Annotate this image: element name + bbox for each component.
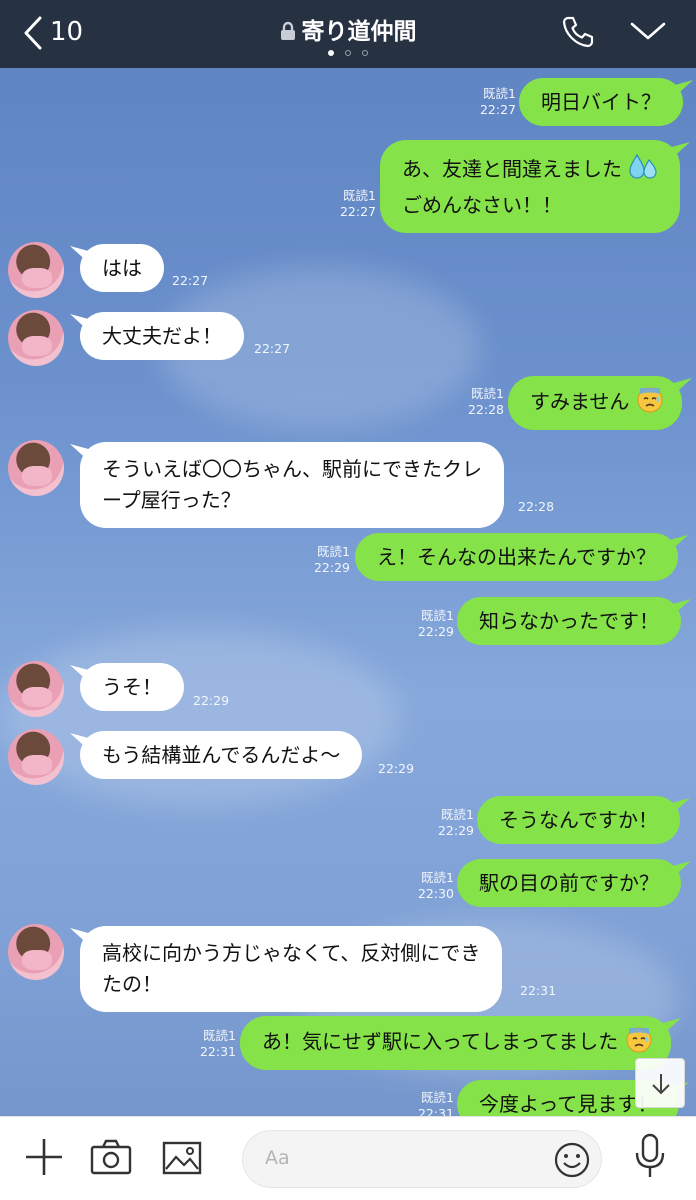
chat-header: 10 寄り道仲間	[0, 0, 696, 68]
received-message-bubble[interactable]: もう結構並んでるんだよ〜	[80, 731, 363, 779]
message-text: え！そんなの出来たんですか？	[377, 545, 656, 569]
message-input[interactable]: Aa	[242, 1130, 602, 1188]
read-receipt: 既読1	[471, 386, 504, 401]
message-text-line: 高校に向かう方じゃなくて、反対側にでき	[102, 941, 481, 965]
message-time: 22:27	[172, 273, 209, 288]
menu-toggle-button[interactable]	[628, 18, 674, 52]
message-time: 22:29	[378, 761, 415, 776]
arrow-down-icon	[652, 1074, 670, 1095]
message-time: 22:28	[518, 499, 555, 514]
camera-icon[interactable]	[90, 1135, 132, 1183]
sent-message-bubble[interactable]: すみません	[508, 376, 682, 430]
message-text-line: あ、友達と間違えました	[402, 157, 622, 181]
sad-sweat-face-icon	[625, 1025, 653, 1061]
message-text: そうなんですか！	[499, 808, 658, 832]
message-text: 知らなかったです！	[479, 609, 659, 633]
message-meta: 既読1 22:28	[458, 386, 504, 418]
received-message-bubble[interactable]: そういえば〇〇ちゃん、駅前にできたクレ ープ屋行った？	[80, 442, 504, 528]
avatar[interactable]	[8, 661, 64, 717]
message-time: 22:31	[199, 1044, 236, 1059]
message-time: 22:29	[417, 624, 454, 639]
message-text-line: たの！	[102, 972, 162, 996]
message-time: 22:30	[417, 886, 454, 901]
message-text-line: ープ屋行った？	[102, 488, 241, 512]
call-button[interactable]	[560, 14, 600, 54]
message-text: 明日バイト？	[541, 90, 661, 114]
sent-message-bubble[interactable]: 知らなかったです！	[457, 597, 681, 645]
sent-message-bubble[interactable]: あ、友達と間違えました ごめんなさい！！	[380, 140, 681, 233]
message-meta: 既読1 22:27	[470, 86, 516, 118]
plus-icon[interactable]	[24, 1135, 64, 1183]
sent-message-bubble[interactable]: 明日バイト？	[519, 78, 683, 126]
sent-message-bubble[interactable]: え！そんなの出来たんですか？	[355, 533, 678, 581]
chat-title-text: 寄り道仲間	[301, 19, 417, 45]
message-text-line: ごめんなさい！！	[402, 193, 562, 217]
received-message-bubble[interactable]: うそ！	[80, 663, 184, 711]
message-time: 22:29	[313, 560, 350, 575]
message-input-placeholder: Aa	[265, 1147, 290, 1169]
message-text: 大丈夫だよ！	[102, 324, 222, 348]
sent-message-bubble[interactable]: あ！気にせず駅に入ってしまってました	[240, 1016, 671, 1070]
message-text: もう結構並んでるんだよ〜	[102, 743, 341, 767]
message-text: うそ！	[102, 675, 162, 699]
chevron-down-icon	[630, 22, 666, 40]
message-meta: 既読1 22:31	[190, 1028, 236, 1060]
read-receipt: 既読1	[483, 86, 516, 101]
received-message-bubble[interactable]: 高校に向かう方じゃなくて、反対側にでき たの！	[80, 926, 503, 1012]
message-meta: 既読1 22:29	[428, 807, 474, 839]
avatar[interactable]	[8, 924, 64, 980]
message-text: 駅の目の前ですか？	[479, 871, 659, 895]
message-time: 22:31	[417, 1106, 454, 1116]
phone-icon	[562, 16, 594, 48]
message-time: 22:29	[193, 693, 230, 708]
page-dot	[362, 50, 368, 56]
message-meta: 既読1 22:27	[330, 188, 376, 220]
chat-message-list[interactable]: 既読1 22:27 明日バイト？ 既読1 22:27 あ、友達と間違えました ご…	[0, 68, 696, 1116]
message-time: 22:31	[520, 983, 557, 998]
message-text-line: そういえば〇〇ちゃん、駅前にできたクレ	[102, 457, 482, 481]
read-receipt: 既読1	[421, 1090, 454, 1105]
sweat-drops-icon	[628, 152, 658, 189]
read-receipt: 既読1	[317, 544, 350, 559]
message-meta: 既読1 22:30	[408, 870, 454, 902]
message-time: 22:27	[339, 204, 376, 219]
background-cloud	[0, 628, 400, 808]
message-time: 22:29	[437, 823, 474, 838]
received-message-bubble[interactable]: はは	[80, 244, 164, 292]
message-time: 22:27	[479, 102, 516, 117]
message-input-bar: Aa	[0, 1116, 696, 1200]
image-icon[interactable]	[162, 1135, 202, 1183]
lock-icon	[280, 21, 296, 47]
avatar[interactable]	[8, 242, 64, 298]
message-time: 22:27	[254, 341, 291, 356]
sent-message-bubble[interactable]: 駅の目の前ですか？	[457, 859, 681, 907]
microphone-icon[interactable]	[632, 1133, 668, 1185]
message-text: 今度よって見ます！	[479, 1092, 658, 1116]
message-meta: 既読1 22:31	[408, 1090, 454, 1116]
page-indicator	[326, 48, 372, 58]
page-dot	[345, 50, 351, 56]
page-dot-active	[328, 50, 334, 56]
message-text: すみません	[530, 389, 630, 414]
message-time: 22:28	[467, 402, 504, 417]
scroll-to-bottom-button[interactable]	[635, 1058, 685, 1108]
sent-message-bubble[interactable]: そうなんですか！	[477, 796, 680, 844]
avatar[interactable]	[8, 440, 64, 496]
emoji-smile-icon[interactable]	[553, 1141, 591, 1183]
avatar[interactable]	[8, 729, 64, 785]
message-text: あ！気にせず駅に入ってしまってました	[262, 1029, 619, 1054]
message-meta: 既読1 22:29	[304, 544, 350, 576]
received-message-bubble[interactable]: 大丈夫だよ！	[80, 312, 244, 360]
read-receipt: 既読1	[421, 870, 454, 885]
sad-sweat-face-icon	[636, 385, 664, 421]
read-receipt: 既読1	[441, 807, 474, 822]
read-receipt: 既読1	[203, 1028, 236, 1043]
avatar[interactable]	[8, 310, 64, 366]
read-receipt: 既読1	[343, 188, 376, 203]
message-meta: 既読1 22:29	[408, 608, 454, 640]
read-receipt: 既読1	[421, 608, 454, 623]
message-text: はは	[102, 256, 142, 280]
